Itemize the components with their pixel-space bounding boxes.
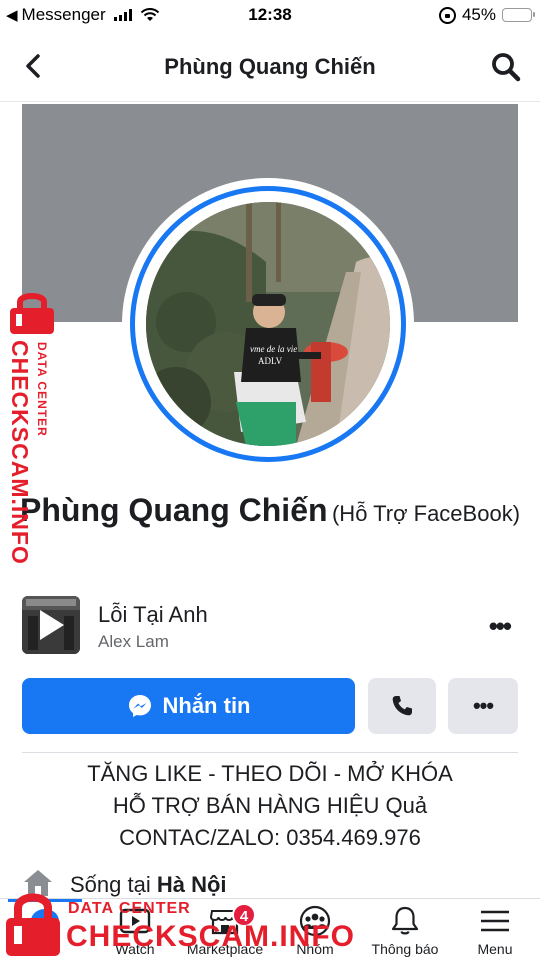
music-artist: Alex Lam: [98, 632, 169, 651]
more-actions-button[interactable]: •••: [448, 678, 518, 734]
call-button[interactable]: [368, 678, 436, 734]
avatar-photo-illustration: vme de la vie ADLV: [146, 202, 390, 446]
play-icon[interactable]: [40, 610, 64, 640]
tab-groups[interactable]: Nhóm: [270, 899, 360, 960]
divider: [22, 752, 518, 753]
lives-in-text: Sống tại Hà Nội: [70, 872, 227, 898]
notification-badge: 4: [232, 903, 256, 927]
tab-notifications[interactable]: Thông báo: [360, 899, 450, 960]
page-title: Phùng Quang Chiến: [164, 54, 376, 79]
lives-in-city[interactable]: Hà Nội: [157, 872, 227, 897]
video-icon: [119, 908, 151, 934]
lock-icon: [10, 293, 54, 334]
profile-name-main: Phùng Quang Chiến: [20, 492, 328, 528]
profile-music[interactable]: Lỗi Tại Anh Alex Lam •••: [22, 596, 520, 658]
lives-in-prefix: Sống tại: [70, 872, 157, 897]
profile-picture[interactable]: vme de la vie ADLV: [122, 178, 414, 470]
status-right: 45%: [438, 5, 535, 25]
hamburger-icon: [481, 910, 509, 932]
tab-watch[interactable]: Watch: [90, 899, 180, 960]
tab-label: Watch: [115, 941, 155, 957]
message-button-label: Nhắn tin: [162, 693, 251, 718]
tab-menu[interactable]: Menu: [450, 899, 540, 960]
music-title: Lỗi Tại Anh: [98, 602, 208, 627]
status-bar: ◀ Messenger 12:38 45%: [0, 0, 540, 32]
phone-icon: [392, 696, 412, 716]
battery-percent: 45%: [461, 5, 496, 24]
bio-line: HỖ TRỢ BÁN HÀNG HIỆU Quả: [112, 793, 428, 818]
tab-label: Tin: [35, 941, 55, 957]
watermark-side-sub: DATA CENTER: [35, 342, 49, 437]
story-ring: vme de la vie ADLV: [130, 186, 406, 462]
chat-icon: [31, 909, 59, 934]
messenger-icon: [128, 695, 151, 717]
music-cover[interactable]: [22, 596, 80, 654]
search-icon[interactable]: [490, 51, 522, 83]
bell-icon: [391, 906, 419, 935]
profile-name: Phùng Quang Chiến (Hỗ Trợ FaceBook): [20, 488, 520, 539]
battery-icon: [502, 8, 535, 22]
tab-label: Marketplace: [186, 941, 264, 957]
svg-text:ADLV: ADLV: [258, 356, 283, 366]
intro-lives-in: Sống tại Hà Nội: [20, 866, 520, 900]
profile-header: Phùng Quang Chiến: [0, 32, 540, 102]
tab-label: Nhóm: [296, 941, 334, 957]
bottom-tab-bar: Tin Watch 4 Marketplace Nhóm Thông báo M…: [0, 898, 540, 960]
watermark-side: CHECKSCAM.INFO DATA CENTER: [2, 290, 58, 565]
avatar: vme de la vie ADLV: [146, 202, 390, 446]
rotation-lock-icon: [438, 6, 456, 24]
home-icon: [24, 870, 52, 896]
tab-label: Menu: [477, 941, 513, 957]
tab-tin[interactable]: Tin: [0, 899, 90, 960]
watermark-side-main: CHECKSCAM.INFO: [7, 340, 33, 565]
bio-line: CONTAC/ZALO: 0354.469.976: [119, 825, 421, 850]
svg-text:vme de la vie: vme de la vie: [250, 344, 297, 354]
profile-alt-name: (Hỗ Trợ FaceBook): [331, 501, 521, 526]
profile-bio: TĂNG LIKE - THEO DÕI - MỞ KHÓA HỖ TRỢ BÁ…: [20, 758, 520, 854]
bio-line: TĂNG LIKE - THEO DÕI - MỞ KHÓA: [87, 761, 453, 786]
group-icon: [299, 905, 331, 937]
tab-label: Thông báo: [371, 941, 439, 957]
tab-marketplace[interactable]: 4 Marketplace: [180, 899, 270, 960]
message-button[interactable]: Nhắn tin: [22, 678, 355, 734]
active-tab-indicator: [8, 899, 82, 902]
more-options-icon[interactable]: •••: [489, 613, 512, 639]
